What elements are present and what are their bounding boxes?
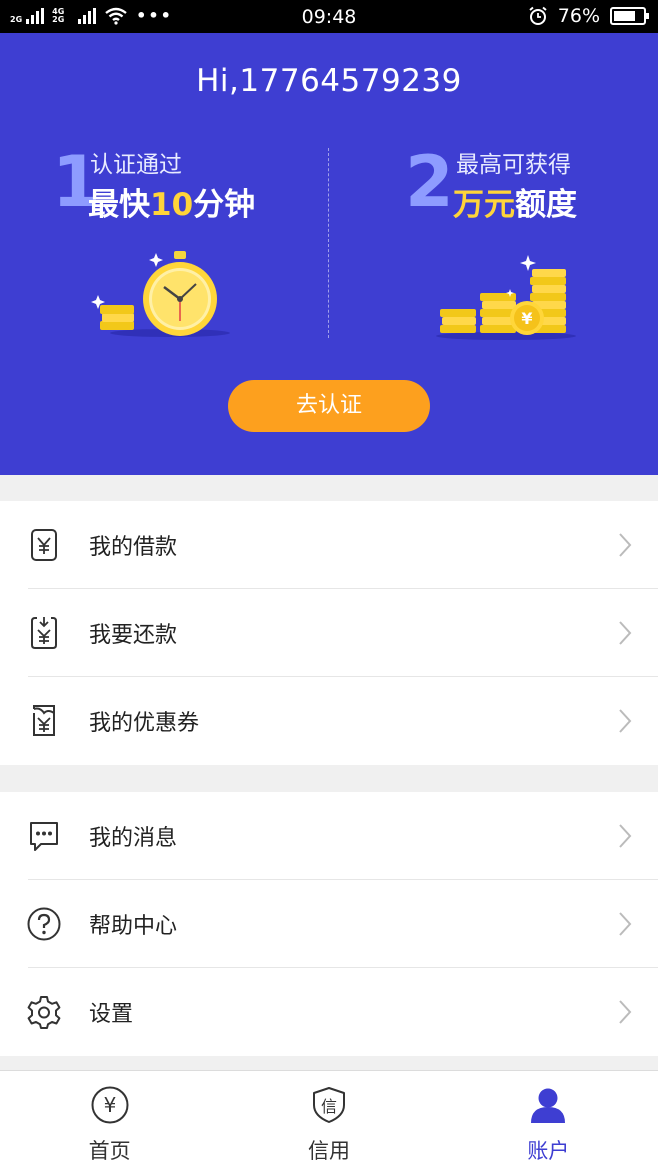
credit-shield-icon: 信 [312,1087,345,1123]
chevron-right-icon [619,709,632,733]
auth-banner: Hi,17764579239 1 认证通过 最快10分钟 2 最高可获得 万元额… [0,33,658,475]
battery-percent: 76% [557,5,600,27]
step-1-suffix: 分钟 [193,187,256,223]
user-icon [531,1088,566,1123]
step-1-highlight: 10 [150,187,194,223]
menu-item-messages[interactable]: 我的消息 [0,792,658,880]
menu-item-settings[interactable]: 设置 [0,968,658,1056]
menu-group-support: 我的消息 帮助中心 设置 [0,792,658,1056]
tab-label: 信用 [307,1139,350,1163]
verify-button[interactable]: 去认证 [228,380,430,432]
gear-icon [27,996,61,1029]
coins-illustration: ¥ [436,255,576,340]
repay-icon [31,617,57,649]
step-1-title: 认证通过 [90,152,182,178]
banner-divider [328,148,329,338]
menu-item-coupons[interactable]: 我的优惠券 [0,677,658,765]
credit-icon-glyph: 信 [321,1097,337,1116]
bottom-tab-bar: ¥ 首页 信 信用 账户 [0,1070,658,1170]
coupon-icon [33,705,55,736]
tab-account[interactable]: 账户 [439,1071,658,1170]
loan-icon [31,529,57,561]
yuan-circle-icon: ¥ [91,1086,129,1124]
status-right: 76% [528,5,649,27]
step-2-title: 最高可获得 [456,152,571,178]
greeting: Hi,17764579239 [196,63,462,99]
home-icon-glyph: ¥ [103,1093,116,1117]
menu-group-finance: 我的借款 我要还款 我的优惠券 [0,501,658,765]
step-2-subtitle: 万元额度 [453,179,577,224]
help-icon [27,907,61,941]
menu-label: 设置 [89,1002,134,1027]
step-1-subtitle: 最快10分钟 [88,179,255,224]
step-2-suffix: 额度 [515,187,577,223]
message-icon [30,822,58,851]
chevron-right-icon [619,533,632,557]
menu-label: 我的优惠券 [89,711,200,736]
status-bar: 2G 4G 2G ••• 09:48 76% [0,0,658,33]
step-1-prefix: 最快 [88,187,150,223]
chevron-right-icon [619,824,632,848]
chevron-right-icon [619,621,632,645]
tab-home[interactable]: ¥ 首页 [0,1071,219,1170]
menu-label: 我的借款 [89,535,178,560]
stopwatch-illustration [91,251,230,337]
menu-label: 帮助中心 [89,914,178,939]
step-2-highlight: 万元 [453,187,515,223]
menu-item-my-loans[interactable]: 我的借款 [0,501,658,589]
tab-label: 首页 [88,1139,131,1163]
chevron-right-icon [619,912,632,936]
tab-credit[interactable]: 信 信用 [219,1071,438,1170]
battery-level [614,11,636,21]
menu-item-help[interactable]: 帮助中心 [0,880,658,968]
step-2-number: 2 [405,141,454,223]
menu-item-repay[interactable]: 我要还款 [0,589,658,677]
chevron-right-icon [619,1000,632,1024]
battery-icon [610,7,649,25]
svg-text:¥: ¥ [521,309,532,328]
alarm-icon [529,6,547,25]
menu-label: 我要还款 [89,623,178,648]
tab-label: 账户 [527,1139,570,1163]
menu-label: 我的消息 [89,826,178,851]
